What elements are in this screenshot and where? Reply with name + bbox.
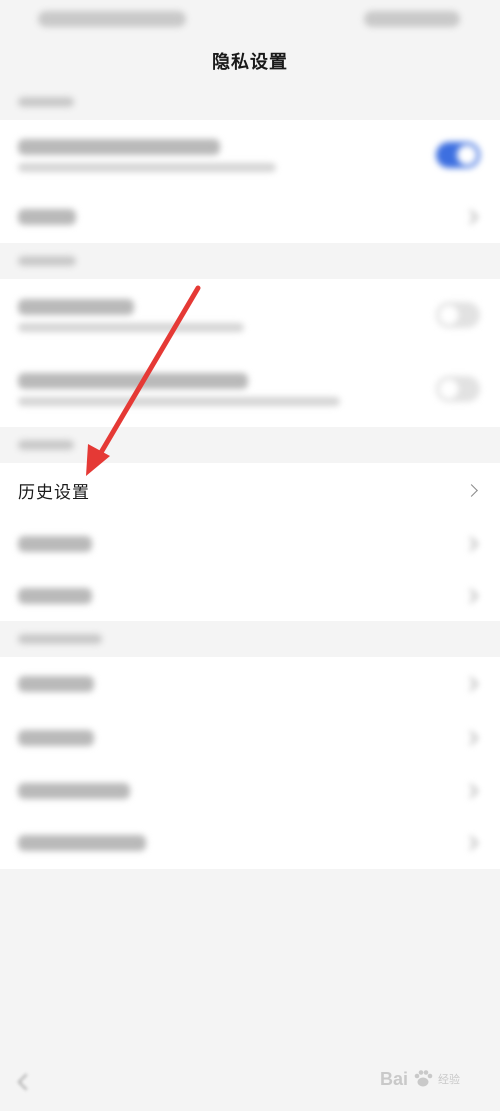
paw-icon bbox=[414, 1070, 433, 1087]
watermark-suffix: 经验 bbox=[438, 1074, 461, 1086]
watermark-text: Bai bbox=[380, 1068, 409, 1089]
baidu-watermark: Bai 经验 bbox=[380, 1056, 492, 1102]
annotation-arrow bbox=[86, 285, 201, 476]
